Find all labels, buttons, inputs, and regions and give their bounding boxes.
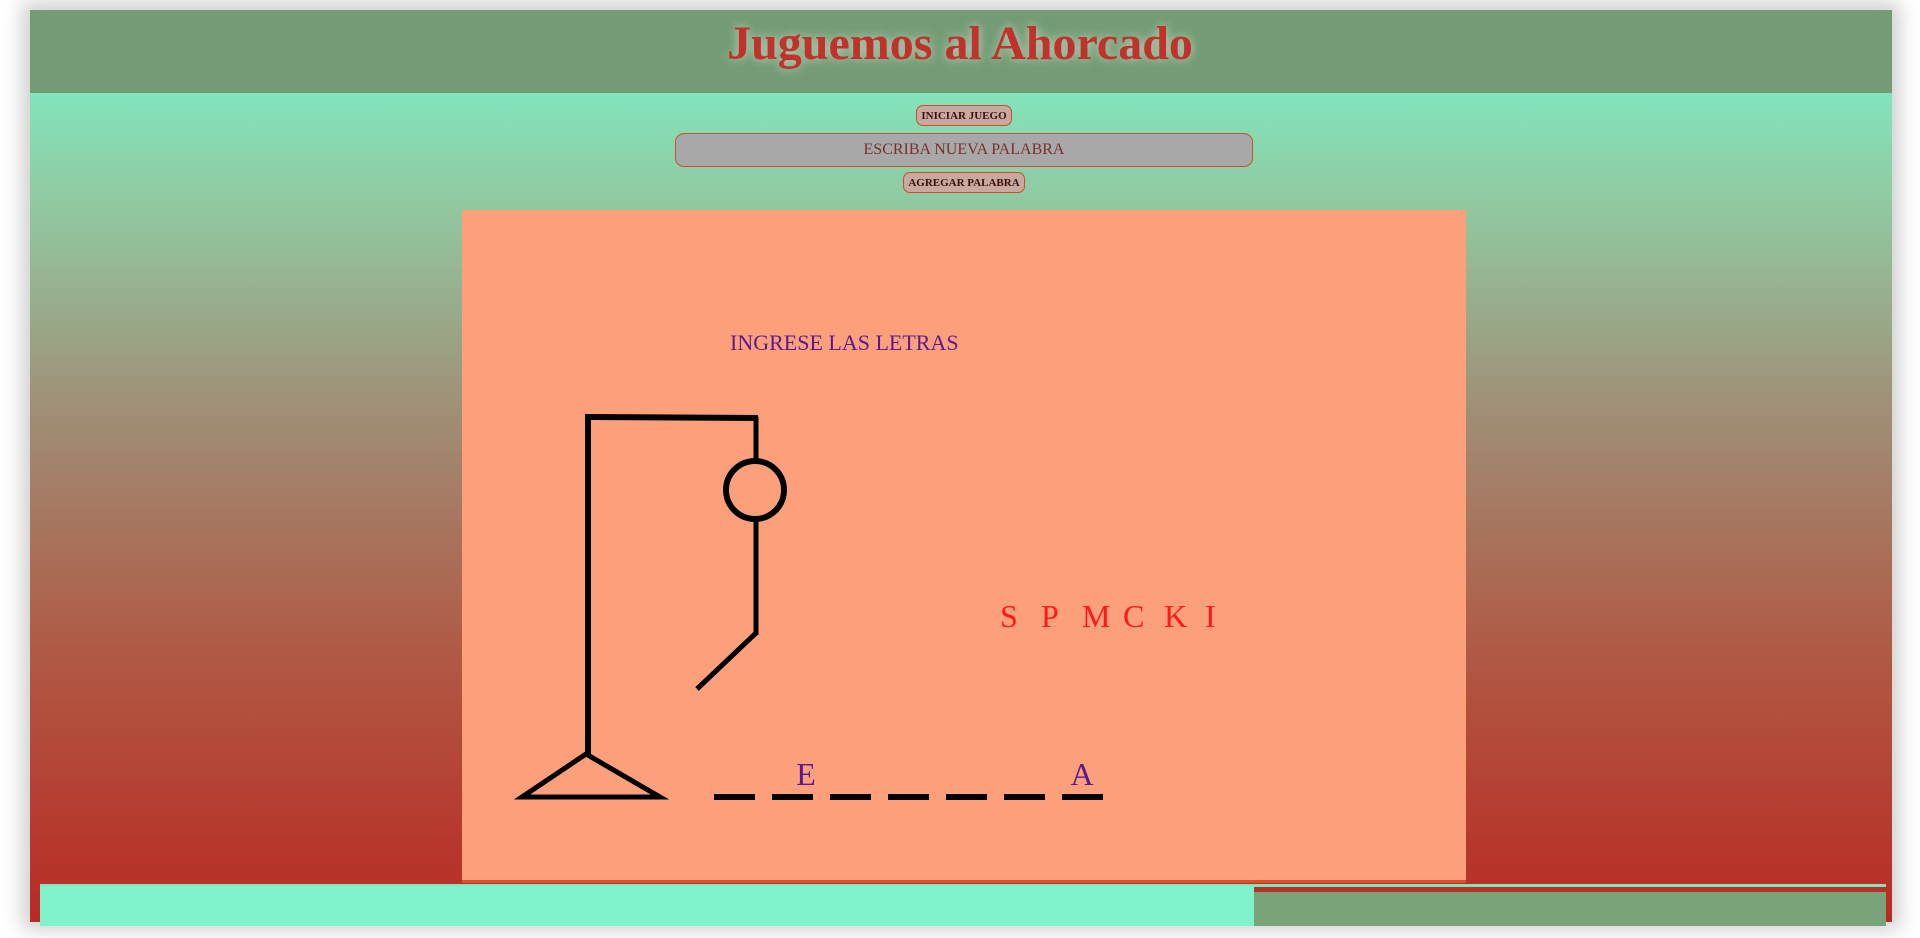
word-slot-letter: A: [1070, 756, 1094, 792]
start-game-button[interactable]: INICIAR JUEGO: [916, 105, 1012, 126]
footer-strip-left: [40, 886, 1254, 926]
page-title: Juguemos al Ahorcado: [727, 17, 1193, 70]
add-word-button[interactable]: AGREGAR PALABRA: [903, 172, 1025, 193]
footer-strip-right: [1254, 892, 1886, 926]
page: Juguemos al Ahorcado INICIAR JUEGO AGREG…: [0, 0, 1920, 938]
new-word-input[interactable]: [675, 133, 1253, 167]
game-board: INGRESE LAS LETRAS S P M C K I E A: [462, 210, 1466, 883]
word-slot-letter: E: [796, 756, 816, 792]
word-slot-lines: [714, 794, 1103, 800]
